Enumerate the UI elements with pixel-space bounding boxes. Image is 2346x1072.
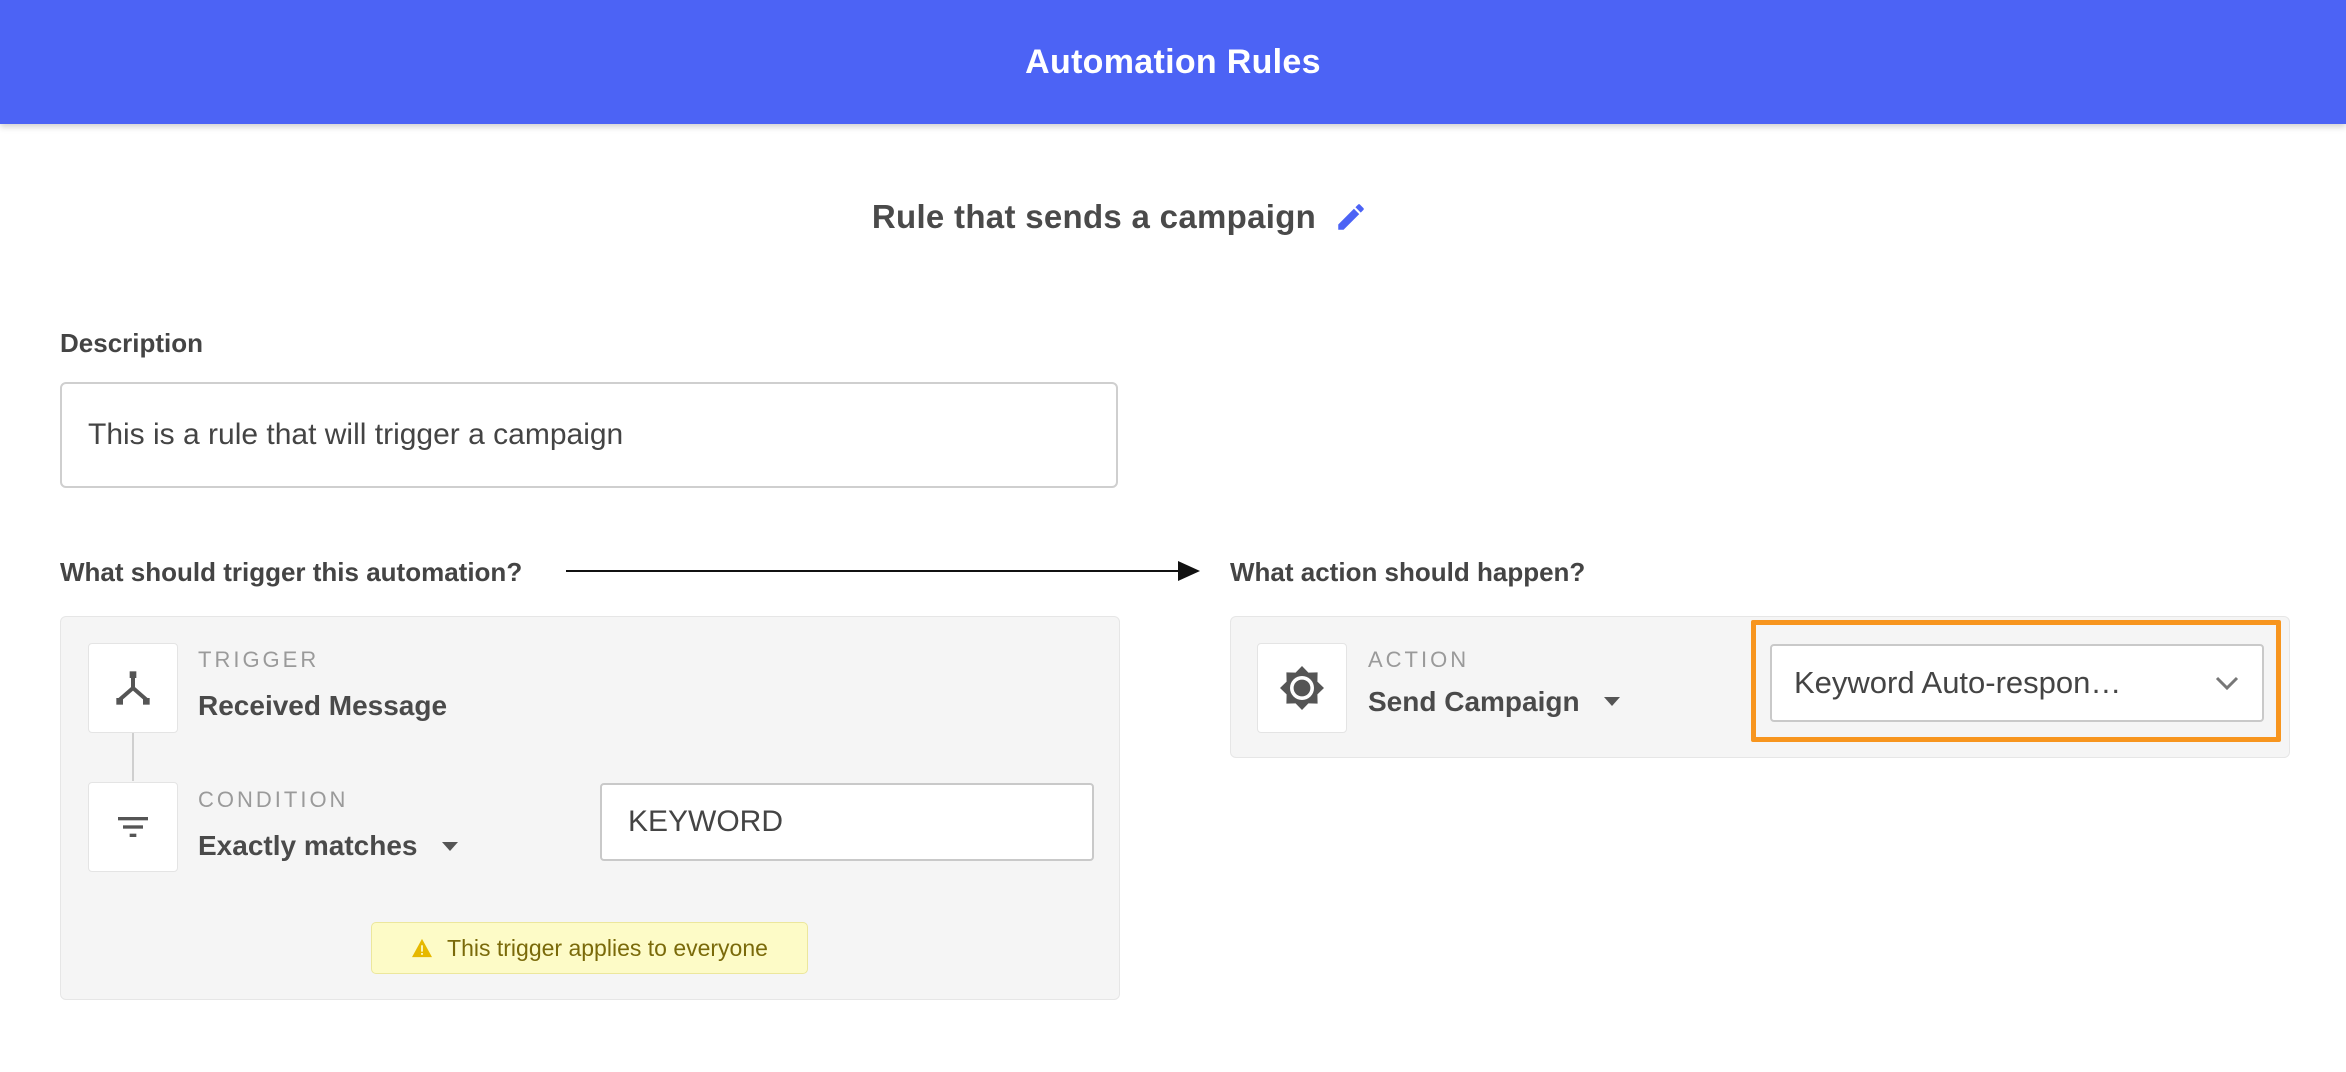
rule-title: Rule that sends a campaign bbox=[871, 198, 1317, 235]
trigger-connector bbox=[132, 733, 134, 781]
rule-title-row: Rule that sends a campaign bbox=[0, 198, 2240, 236]
action-caption: ACTION bbox=[1368, 647, 1470, 672]
action-section-label: What action should happen? bbox=[1230, 557, 1586, 587]
warning-badge: This trigger applies to everyone bbox=[371, 922, 808, 974]
flow-arrow-icon bbox=[566, 561, 1200, 581]
campaign-select[interactable]: Keyword Auto-respon… bbox=[1770, 644, 2264, 722]
action-value[interactable]: Send Campaign bbox=[1368, 686, 1580, 718]
condition-value[interactable]: Exactly matches bbox=[198, 830, 417, 862]
keyword-input[interactable] bbox=[600, 783, 1094, 861]
app-header: Automation Rules bbox=[0, 0, 2346, 124]
condition-dropdown-caret-icon[interactable] bbox=[442, 842, 458, 851]
pencil-icon[interactable] bbox=[1334, 200, 1368, 234]
warning-text: This trigger applies to everyone bbox=[447, 934, 768, 961]
action-icon-box bbox=[1257, 643, 1347, 733]
chevron-down-icon bbox=[2215, 676, 2239, 691]
description-label: Description bbox=[60, 328, 204, 358]
filter-icon bbox=[118, 817, 148, 837]
gear-icon bbox=[1280, 666, 1324, 710]
header-title: Automation Rules bbox=[1025, 42, 1321, 81]
trigger-caption: TRIGGER bbox=[198, 647, 320, 672]
trigger-icon-box bbox=[88, 643, 178, 733]
condition-caption: CONDITION bbox=[198, 787, 349, 812]
trigger-section-label: What should trigger this automation? bbox=[60, 557, 523, 587]
fork-icon bbox=[116, 671, 150, 705]
condition-icon-box bbox=[88, 782, 178, 872]
action-dropdown-caret-icon[interactable] bbox=[1604, 697, 1620, 706]
campaign-select-value: Keyword Auto-respon… bbox=[1794, 665, 2122, 700]
warning-icon bbox=[412, 938, 433, 958]
description-input[interactable] bbox=[60, 382, 1118, 488]
trigger-value: Received Message bbox=[198, 690, 448, 721]
